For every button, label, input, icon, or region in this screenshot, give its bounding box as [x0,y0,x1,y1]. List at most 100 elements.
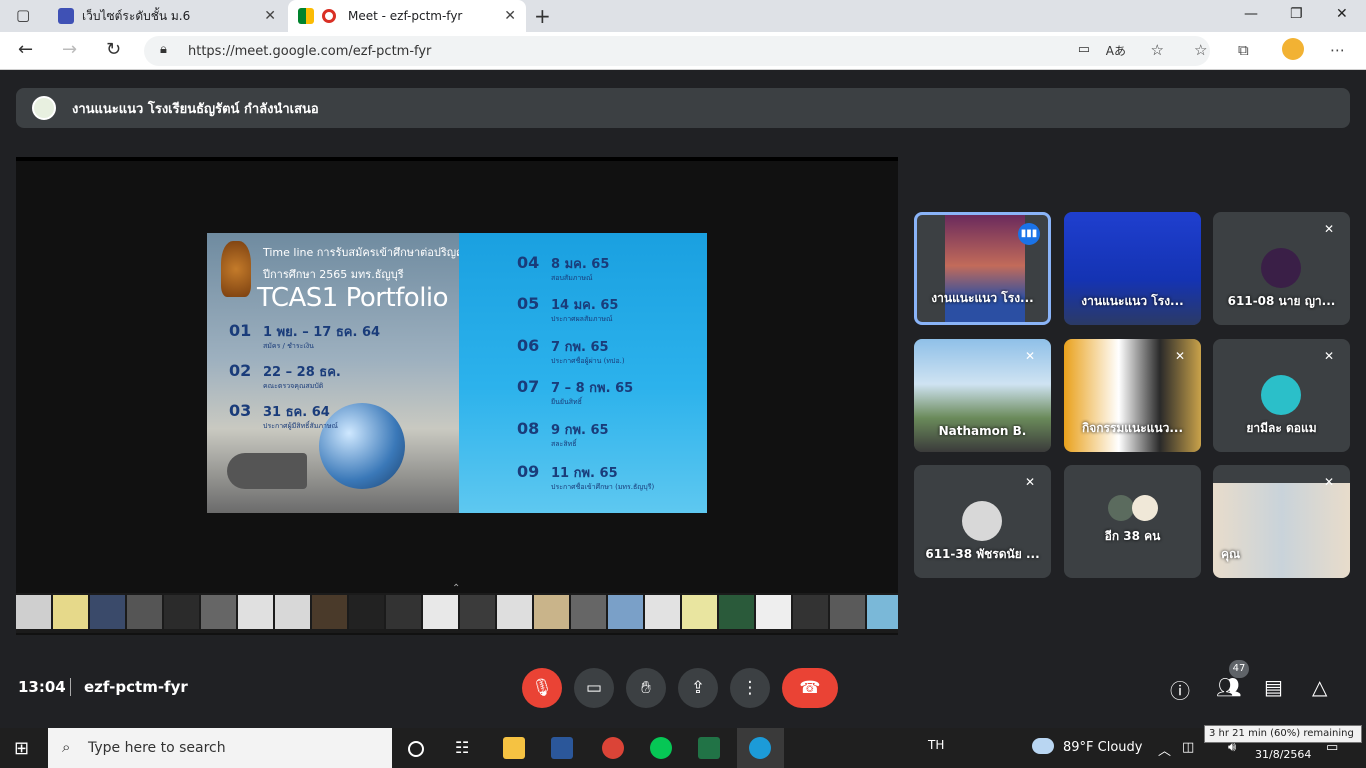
presenter-avatar [32,96,56,120]
participant-tile[interactable]: งานแนะแนว โรง... [1064,212,1201,325]
forward-button[interactable]: → [62,39,77,60]
filmstrip-thumbnail[interactable] [275,595,310,629]
avatar [1261,248,1301,288]
step-desc: ประกาศผู้มีสิทธิ์สัมภาษณ์ [263,422,338,430]
filmstrip-thumbnail[interactable] [756,595,791,629]
chrome-icon[interactable] [602,737,624,759]
participant-tile[interactable]: ✕ กิจกรรมแนะแนว... [1064,339,1201,452]
avatar [962,501,1002,541]
filmstrip-thumbnail[interactable] [16,595,51,629]
slide-heading: TCAS1 Portfolio [257,283,449,313]
taskbar-search-box[interactable]: ⌕ Type here to search [48,728,392,768]
browser-tab-bar: ▢ เว็บไซต์ระดับชั้น ม.6 ✕ Meet - ezf-pct… [0,0,1366,32]
step-date: 22 – 28 ธค. [263,365,341,380]
present-now-button[interactable]: ⇪ [678,668,718,708]
filmstrip-thumbnail[interactable] [460,595,495,629]
participant-tile[interactable]: ✕ คุณ [1213,465,1350,578]
camera-toggle-button[interactable]: ▭ [574,668,614,708]
filmstrip-thumbnail[interactable] [386,595,421,629]
participant-tile[interactable]: ✕ 611-38 พัชรดนัย ... [914,465,1051,578]
battery-tooltip: 3 hr 21 min (60%) remaining [1204,725,1362,743]
filmstrip-thumbnail[interactable] [830,595,865,629]
mic-toggle-button[interactable]: 🎙︎ [522,668,562,708]
read-aloud-icon[interactable]: Aあ [1106,42,1126,59]
tab-title: เว็บไซต์ระดับชั้น ม.6 [82,8,191,23]
filmstrip-thumbnail[interactable] [349,595,384,629]
camera-icon[interactable]: ▭ [1078,42,1090,57]
mic-off-icon: ✕ [1323,222,1335,236]
address-bar[interactable]: 🔒︎ https://meet.google.com/ezf-pctm-fyr … [144,36,1210,66]
taskbar-date[interactable]: 31/8/2564 [1255,748,1311,761]
start-button[interactable]: ⊞ [14,738,29,759]
back-button[interactable]: ← [18,39,33,60]
favorites-icon[interactable]: ☆ [1194,41,1207,59]
meeting-info-icon[interactable]: ⓘ [1170,675,1190,704]
filmstrip-thumbnail[interactable] [312,595,347,629]
minimize-button[interactable]: — [1244,6,1258,22]
weather-text[interactable]: 89°F Cloudy [1063,740,1142,755]
raise-hand-button[interactable]: ✋︎ [626,668,666,708]
windows-taskbar: ⊞ ⌕ Type here to search ☷ TH 89°F Cloudy… [0,728,1366,768]
filmstrip-thumbnail[interactable] [682,595,717,629]
collections-icon[interactable]: ⧉ [1238,41,1249,59]
more-participants-tile[interactable]: อีก 38 คน [1064,465,1201,578]
edge-icon[interactable] [749,737,771,759]
timeline-step: 02 22 – 28 ธค. คณะตรวจคุณสมบัติ [229,361,341,390]
add-favorite-icon[interactable]: ☆ [1151,41,1164,59]
step-date: 7 – 8 กพ. 65 [551,381,634,396]
new-tab-button[interactable]: + [534,4,551,28]
slide-right-panel: 04 8 มค. 65 สอบสัมภาษณ์ 05 14 มค. 65 ประกาศผ… [459,233,707,513]
filmstrip-thumbnail[interactable] [90,595,125,629]
task-view-icon[interactable]: ☷ [455,738,469,757]
close-tab-icon[interactable]: ✕ [504,8,516,24]
activities-icon[interactable]: △ [1312,675,1327,699]
filmstrip-thumbnail[interactable] [608,595,643,629]
reload-button[interactable]: ↻ [106,39,121,60]
filmstrip-thumbnail[interactable] [719,595,754,629]
cortana-icon[interactable] [408,741,424,757]
participant-tile[interactable]: ✕ 611-08 นาย ญา... [1213,212,1350,325]
presenter-banner-text: งานแนะแนว โรงเรียนธัญรัตน์ กำลังนำเสนอ [72,101,319,117]
network-icon[interactable]: ◫ [1182,740,1194,755]
slide-left-panel: Time line การรับสมัครเข้าศึกษาต่อปริญญาต… [207,233,485,513]
excel-icon[interactable] [698,737,720,759]
participant-tile[interactable]: ✕ ยามีละ ดอแม [1213,339,1350,452]
tab-meet[interactable]: Meet - ezf-pctm-fyr ✕ [288,0,526,32]
slide-title-line1: Time line การรับสมัครเข้าศึกษาต่อปริญญาต… [263,246,485,259]
filmstrip-thumbnail[interactable] [164,595,199,629]
filmstrip-thumbnail[interactable] [793,595,828,629]
maximize-button[interactable]: ❐ [1290,6,1303,22]
presentation-stage[interactable]: Time line การรับสมัครเข้าศึกษาต่อปริญญาต… [16,157,898,635]
file-explorer-icon[interactable] [503,737,525,759]
filmstrip-thumbnail[interactable] [238,595,273,629]
chat-icon[interactable]: ▤ [1264,675,1283,699]
tab-actions-icon[interactable]: ▢ [16,6,30,24]
slide-filmstrip[interactable] [16,593,898,633]
filmstrip-thumbnail[interactable] [201,595,236,629]
filmstrip-thumbnail[interactable] [497,595,532,629]
close-window-button[interactable]: ✕ [1336,6,1348,22]
more-options-button[interactable]: ⋮ [730,668,770,708]
more-menu-icon[interactable]: ⋯ [1330,41,1345,59]
tray-chevron-icon[interactable]: ︿ [1158,740,1171,759]
participant-name: 611-38 พัชรดนัย ... [925,547,1040,561]
filmstrip-thumbnail[interactable] [53,595,88,629]
line-icon[interactable] [650,737,672,759]
leave-call-button[interactable]: ☎︎ [782,668,838,708]
word-icon[interactable] [551,737,573,759]
participant-tile[interactable]: ▮▮▮ งานแนะแนว โรง... [914,212,1051,325]
profile-avatar[interactable] [1282,38,1304,60]
tab-title: Meet - ezf-pctm-fyr [348,9,463,23]
filmstrip-thumbnail[interactable] [423,595,458,629]
filmstrip-thumbnail[interactable] [534,595,569,629]
tab-school-site[interactable]: เว็บไซต์ระดับชั้น ม.6 ✕ [48,0,286,32]
close-tab-icon[interactable]: ✕ [264,8,276,24]
participant-tile[interactable]: ✕ Nathamon B. [914,339,1051,452]
step-number: 05 [517,294,540,313]
people-icon[interactable]: 👥︎ [1216,675,1241,699]
filmstrip-thumbnail[interactable] [127,595,162,629]
filmstrip-thumbnail[interactable] [571,595,606,629]
filmstrip-thumbnail[interactable] [867,595,898,629]
input-language[interactable]: TH [928,738,944,752]
filmstrip-thumbnail[interactable] [645,595,680,629]
